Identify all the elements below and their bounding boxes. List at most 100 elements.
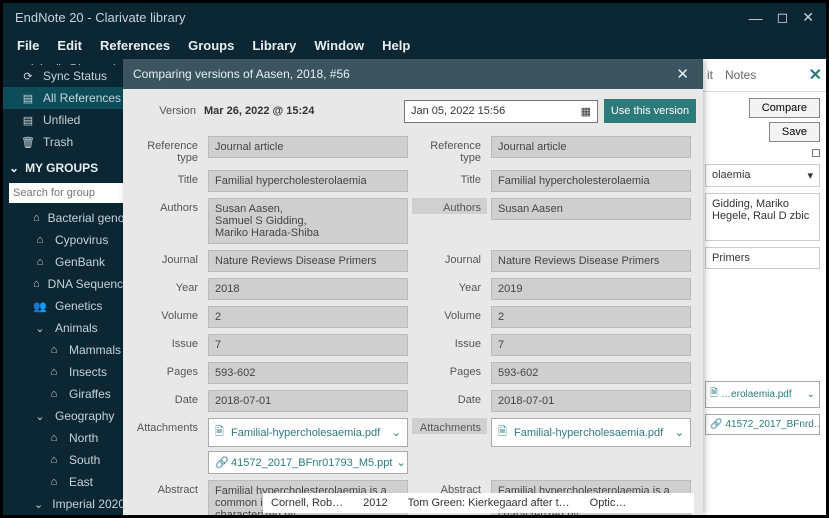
label-volume-l: Volume xyxy=(129,306,204,322)
label-title-r: Title xyxy=(412,170,487,186)
menu-file[interactable]: File xyxy=(17,38,39,53)
maximize-button[interactable]: ◻ xyxy=(777,9,789,26)
folder-icon: ⌂ xyxy=(33,234,47,246)
left-attachment-1[interactable]: 🗎Familial-hypercholesaemia.pdf⌄ xyxy=(208,418,408,447)
dialog-close-button[interactable]: ✕ xyxy=(672,65,693,83)
label-reftype-l: Reference type xyxy=(129,136,204,164)
nav-all-references[interactable]: ▤All References xyxy=(3,87,131,109)
folder-icon: ⌂ xyxy=(47,454,61,466)
close-window-button[interactable]: ✕ xyxy=(802,9,814,26)
group-genbank[interactable]: ⌂GenBank xyxy=(3,251,131,273)
panel-attachment-1[interactable]: 🗎…erolaemia.pdf⌄ xyxy=(705,381,820,408)
pdf-icon: 🗎 xyxy=(498,423,510,442)
group-dnaseq[interactable]: ⌂DNA Sequencing xyxy=(3,273,131,295)
menu-help[interactable]: Help xyxy=(382,38,410,53)
panel-journal-field[interactable]: Primers xyxy=(705,247,820,269)
right-pages: 593-602 xyxy=(491,362,691,384)
right-attachment-1[interactable]: 🗎Familial-hypercholesaemia.pdf⌄ xyxy=(491,418,691,447)
folder-icon: ⌂ xyxy=(33,256,47,268)
label-title-l: Title xyxy=(129,170,204,186)
menubar: File Edit References Groups Library Wind… xyxy=(3,32,826,59)
chevron-down-icon: ⌄ xyxy=(33,410,47,423)
menu-window[interactable]: Window xyxy=(314,38,364,53)
group-cypovirus[interactable]: ⌂Cypovirus xyxy=(3,229,131,251)
row-year: 2012 xyxy=(363,497,387,509)
body: b.berlin@harvard.ed ⟳Sync Status ▤All Re… xyxy=(3,59,826,515)
row-title: Tom Green: Kierkegaard after t… xyxy=(408,497,570,509)
label-authors-l: Authors xyxy=(129,198,204,214)
corner-handle-icon[interactable] xyxy=(812,149,820,157)
use-version-button[interactable]: Use this version xyxy=(604,99,696,123)
label-journal-r: Journal xyxy=(412,250,487,266)
group-geography[interactable]: ⌄Geography xyxy=(3,405,131,427)
reference-list-row[interactable]: Cornell, Rob… 2012 Tom Green: Kierkegaar… xyxy=(263,493,694,513)
panel-close-button[interactable]: ✕ xyxy=(809,65,822,85)
group-bacterial[interactable]: ⌂Bacterial genome xyxy=(3,207,131,229)
right-title: Familial hypercholesterolaemia xyxy=(491,170,691,192)
version-1-date: Mar 26, 2022 @ 15:24 xyxy=(204,105,404,117)
right-journal: Nature Reviews Disease Primers xyxy=(491,250,691,272)
group-east[interactable]: ⌂East xyxy=(3,471,131,493)
group-search-input[interactable] xyxy=(9,183,125,203)
folder-icon: ⌂ xyxy=(47,476,61,488)
left-attachment-2[interactable]: 🔗41572_2017_BFnr01793_M5.ppt⌄ xyxy=(208,451,408,474)
clip-icon: 🔗 xyxy=(710,419,722,430)
left-journal: Nature Reviews Disease Primers xyxy=(208,250,408,272)
left-volume: 2 xyxy=(208,306,408,328)
folder-icon: ⌂ xyxy=(47,344,61,356)
left-pages: 593-602 xyxy=(208,362,408,384)
dialog-header: Comparing versions of Aasen, 2018, #56 ✕ xyxy=(123,59,703,89)
reference-panel: it Notes ✕ Compare Save olaemia ▾ Giddin… xyxy=(698,59,826,515)
main-area: it Notes ✕ Compare Save olaemia ▾ Giddin… xyxy=(131,59,826,515)
label-reftype-r: Reference type xyxy=(412,136,487,164)
panel-buttons: Compare Save xyxy=(699,92,826,148)
group-north[interactable]: ⌂North xyxy=(3,427,131,449)
label-volume-r: Volume xyxy=(412,306,487,322)
folder-icon: ⌂ xyxy=(47,388,61,400)
menu-groups[interactable]: Groups xyxy=(188,38,234,53)
left-issue: 7 xyxy=(208,334,408,356)
label-journal-l: Journal xyxy=(129,250,204,266)
group-genetics[interactable]: 👥Genetics xyxy=(3,295,131,317)
save-button[interactable]: Save xyxy=(769,122,820,142)
compare-button[interactable]: Compare xyxy=(749,98,820,118)
label-date-r: Date xyxy=(412,390,487,406)
group-mammals[interactable]: ⌂Mammals xyxy=(3,339,131,361)
pdf-icon: 🗎 xyxy=(215,423,227,442)
app-window: EndNote 20 - Clarivate library — ◻ ✕ Fil… xyxy=(3,3,826,515)
pdf-icon: 🗎 xyxy=(710,386,718,403)
panel-authors-field[interactable]: Gidding, Mariko Hegele, Raul D zbic xyxy=(705,193,820,241)
right-year: 2019 xyxy=(491,278,691,300)
trash-icon: 🗑 xyxy=(21,136,35,149)
panel-title-field[interactable]: olaemia ▾ xyxy=(705,164,820,187)
right-reftype: Journal article xyxy=(491,136,691,158)
group-animals[interactable]: ⌄Animals xyxy=(3,317,131,339)
panel-attachment-2[interactable]: 🔗41572_2017_BFnrd…_MOESM5.ppt⌄ xyxy=(705,414,820,435)
section-my-groups[interactable]: ⌄MY GROUPS xyxy=(3,153,131,179)
nav-unfiled[interactable]: ▤Unfiled xyxy=(3,109,131,131)
dialog-title: Comparing versions of Aasen, 2018, #56 xyxy=(133,67,672,81)
version-label: Version xyxy=(129,105,204,117)
sync-status[interactable]: ⟳Sync Status xyxy=(3,65,131,87)
minimize-button[interactable]: — xyxy=(749,10,763,26)
left-title: Familial hypercholesterolaemia xyxy=(208,170,408,192)
window-controls: — ◻ ✕ xyxy=(749,9,814,26)
tab-it[interactable]: it xyxy=(703,66,717,84)
group-giraffes[interactable]: ⌂Giraffes xyxy=(3,383,131,405)
version-2-date-picker[interactable]: Jan 05, 2022 15:56 ▦ xyxy=(404,100,598,123)
fields-area: Reference type Journal article Reference… xyxy=(123,133,703,515)
label-attach-l: Attachments xyxy=(129,418,204,434)
group-search xyxy=(9,183,125,203)
menu-references[interactable]: References xyxy=(100,38,170,53)
group-imperial[interactable]: ⌄Imperial 2020 xyxy=(3,493,131,515)
menu-edit[interactable]: Edit xyxy=(57,38,82,53)
right-attachments: 🗎Familial-hypercholesaemia.pdf⌄ xyxy=(491,418,691,447)
group-insects[interactable]: ⌂Insects xyxy=(3,361,131,383)
group-south[interactable]: ⌂South xyxy=(3,449,131,471)
nav-trash[interactable]: 🗑Trash xyxy=(3,131,131,153)
clip-icon: 🔗 xyxy=(215,456,227,469)
label-pages-r: Pages xyxy=(412,362,487,378)
menu-library[interactable]: Library xyxy=(252,38,296,53)
calendar-icon: ▦ xyxy=(581,105,591,118)
tab-notes[interactable]: Notes xyxy=(721,66,760,84)
